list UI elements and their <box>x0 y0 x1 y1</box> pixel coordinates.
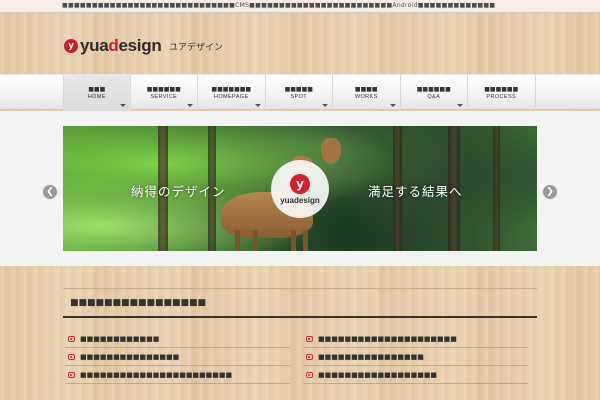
slide-caption-left: 納得のデザイン <box>131 184 226 199</box>
slide-logo-mark-icon: y <box>290 173 310 194</box>
list-item-text: ■■■■■■■■■■■■■■■■■■■■■ <box>318 334 457 343</box>
list-item[interactable]: ■■■■■■■■■■■■■■■■ <box>303 348 528 366</box>
slide-caption-right: 満足する結果へ <box>368 184 463 199</box>
nav-label-en: SPOT <box>290 93 308 100</box>
nav-label-en: WORKS <box>354 93 378 100</box>
list-item-text: ■■■■■■■■■■■■■■■ <box>80 352 180 361</box>
bullet-icon <box>306 371 313 378</box>
nav-label-jp: ■■■■■■■ <box>211 85 252 93</box>
nav-label-en: HOMEPAGE <box>213 93 249 100</box>
caret-down-icon <box>119 104 126 107</box>
news-list-left: ■■■■■■■■■■■■ ■■■■■■■■■■■■■■■ ■■■■■■■■■■■… <box>65 330 290 384</box>
caret-down-icon <box>254 104 261 107</box>
chevron-right-icon[interactable]: ❯ <box>543 185 557 199</box>
nav-items: ■■■ HOME ■■■■■■ SERVICE ■■■■■■■ HOMEPAGE… <box>63 75 536 111</box>
nav-label-jp: ■■■■■■ <box>484 85 519 93</box>
caret-down-icon <box>187 104 193 107</box>
hero-slide[interactable]: 納得のデザイン 満足する結果へ y yuadesign <box>63 126 537 251</box>
slide-logo-badge: y yuadesign <box>271 160 329 218</box>
bullet-icon <box>306 353 313 360</box>
list-item[interactable]: ■■■■■■■■■■■■ <box>65 330 290 348</box>
list-item-text: ■■■■■■■■■■■■■■■■ <box>318 352 424 361</box>
caret-down-icon <box>389 104 396 107</box>
list-item[interactable]: ■■■■■■■■■■■■■■■■■■■■■ <box>303 330 528 348</box>
section-title: ■■■■■■■■■■■■■■■■ <box>70 298 207 308</box>
nav-item-service[interactable]: ■■■■■■ SERVICE <box>131 75 198 111</box>
logo-suffix: esign <box>118 36 162 55</box>
list-item[interactable]: ■■■■■■■■■■■■■■■■■■■■■■■ <box>65 366 290 384</box>
nav-item-qa[interactable]: ■■■■■■ Q&A <box>401 75 468 111</box>
logo-prefix: yua <box>80 36 109 55</box>
top-announcement-bar: ■■■■■■■■■■■■■■■■■■■■■■■■■■■■■CMS■■■■■■■■… <box>0 0 600 13</box>
list-item-text: ■■■■■■■■■■■■■■■■■■ <box>318 370 438 379</box>
bullet-icon <box>68 335 75 342</box>
caret-down-icon <box>322 104 328 107</box>
bullet-icon <box>306 335 313 342</box>
nav-item-homepage[interactable]: ■■■■■■■ HOMEPAGE <box>198 75 266 111</box>
slide-logo-text: yuadesign <box>280 195 320 205</box>
logo-wordmark: yuadesign <box>80 36 162 56</box>
caret-down-icon <box>457 104 463 107</box>
list-item[interactable]: ■■■■■■■■■■■■■■■■■■ <box>303 366 528 384</box>
nav-label-jp: ■■■■■ <box>284 85 313 93</box>
nav-item-spot[interactable]: ■■■■■ SPOT <box>266 75 333 111</box>
news-list-right: ■■■■■■■■■■■■■■■■■■■■■ ■■■■■■■■■■■■■■■■ ■… <box>303 330 528 384</box>
content-divider <box>63 288 537 289</box>
list-item-text: ■■■■■■■■■■■■■■■■■■■■■■■ <box>80 370 233 379</box>
chevron-left-icon[interactable]: ❮ <box>43 185 57 199</box>
deer-head <box>321 138 341 164</box>
top-announcement-text: ■■■■■■■■■■■■■■■■■■■■■■■■■■■■■CMS■■■■■■■■… <box>62 2 496 9</box>
list-item-text: ■■■■■■■■■■■■ <box>80 334 160 343</box>
nav-label-en: PROCESS <box>486 93 517 100</box>
logo-accent: d <box>108 36 119 55</box>
bullet-icon <box>68 353 75 360</box>
nav-label-jp: ■■■ <box>88 85 106 93</box>
nav-item-home[interactable]: ■■■ HOME <box>63 75 131 111</box>
list-item[interactable]: ■■■■■■■■■■■■■■■ <box>65 348 290 366</box>
bullet-icon <box>68 371 75 378</box>
section-underline <box>63 316 537 318</box>
nav-label-jp: ■■■■■■ <box>416 85 451 93</box>
nav-label-jp: ■■■■ <box>354 85 378 93</box>
site-subtitle: ユアデザイン <box>169 43 224 53</box>
slider-section: 納得のデザイン 満足する結果へ y yuadesign <box>0 111 600 266</box>
main-navigation: ■■■ HOME ■■■■■■ SERVICE ■■■■■■■ HOMEPAGE… <box>0 74 600 111</box>
deer-leg <box>253 230 258 251</box>
nav-label-jp: ■■■■■■ <box>146 85 181 93</box>
nav-item-works[interactable]: ■■■■ WORKS <box>333 75 401 111</box>
nav-label-en: HOME <box>87 93 106 100</box>
nav-label-en: Q&A <box>427 93 441 100</box>
nav-item-process[interactable]: ■■■■■■ PROCESS <box>468 75 536 111</box>
tree-trunk <box>493 126 500 251</box>
site-logo[interactable]: y yuadesign <box>64 36 162 56</box>
nav-label-en: SERVICE <box>150 93 178 100</box>
deer-leg <box>303 230 308 251</box>
deer-leg <box>235 230 240 251</box>
logo-mark-icon: y <box>64 39 78 53</box>
deer-leg <box>291 230 296 251</box>
